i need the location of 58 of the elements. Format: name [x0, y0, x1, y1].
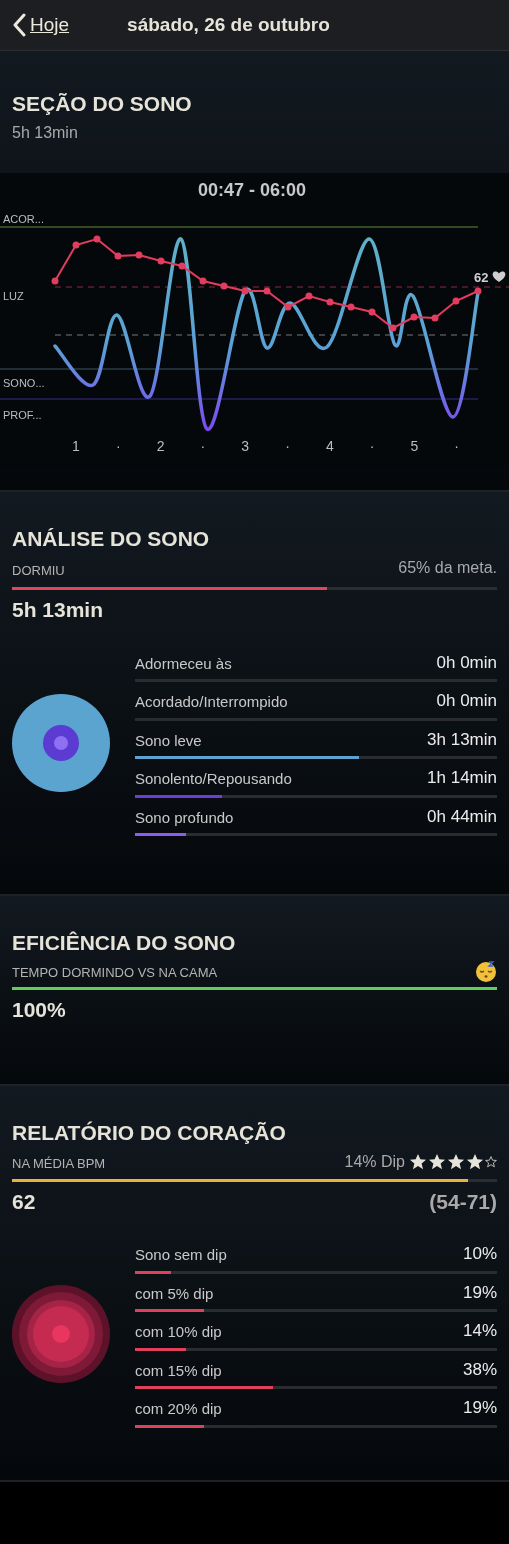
stat-value: 10%: [462, 1243, 497, 1265]
star-icon: [409, 1152, 427, 1171]
stat-value: 0h 0min: [436, 651, 497, 674]
metric-label: DORMIU: [12, 561, 65, 580]
hour-label: ·: [285, 438, 290, 454]
stage-label: LUZ: [3, 290, 24, 302]
star-icon: [428, 1152, 446, 1171]
hour-label: 4: [325, 438, 334, 454]
stat-value: 19%: [462, 1397, 497, 1419]
stat-label: Sono profundo: [135, 807, 234, 828]
range-value: (54-71): [429, 1188, 497, 1215]
stat-label: com 20% dip: [135, 1399, 222, 1419]
back-link[interactable]: Hoje: [12, 10, 70, 40]
stat-label: Sonolento/Repousando: [135, 769, 292, 789]
star-icon: [447, 1152, 465, 1171]
hour-label: ·: [200, 438, 206, 454]
page-title: sábado, 26 de outubro: [127, 12, 330, 37]
stat-value: 0h 0min: [436, 690, 497, 712]
stat-label: Adormeceu às: [135, 653, 232, 674]
stat-label: com 15% dip: [135, 1360, 222, 1381]
time-range: 00:47 - 06:00: [197, 180, 307, 200]
duration-text: 5h 13min: [12, 123, 79, 143]
stat-value: 14%: [462, 1320, 497, 1342]
section-title: EFICIÊNCIA DO SONO: [12, 930, 237, 956]
stat-label: Sono leve: [135, 730, 202, 751]
back-icon: [12, 13, 26, 37]
stage-label: PROF...: [3, 409, 42, 421]
hour-label: 3: [241, 438, 250, 454]
stat-value: 38%: [462, 1358, 497, 1381]
stat-value: 1h 14min: [427, 767, 497, 789]
hour-label: 2: [156, 438, 165, 454]
hour-label: ·: [454, 438, 460, 454]
sleeping-face-icon: [475, 960, 497, 982]
metric-label: TEMPO DORMINDO VS NA CAMA: [12, 963, 218, 982]
efficiency-value: 100%: [12, 997, 67, 1023]
stat-value: 3h 13min: [427, 728, 497, 751]
stat-value: 0h 44min: [427, 805, 497, 828]
hour-label: ·: [115, 438, 121, 454]
stat-label: Sono sem dip: [135, 1245, 227, 1265]
heart-rate-value: 62: [12, 1188, 36, 1215]
section-title: ANÁLISE DO SONO: [12, 526, 211, 552]
stage-label: SONO...: [3, 377, 45, 389]
stat-label: com 5% dip: [135, 1283, 214, 1304]
dip-text: 14% Dip: [344, 1151, 405, 1172]
heart-rate-value: 62: [474, 270, 489, 285]
section-title: SEÇÃO DO SONO: [12, 91, 193, 117]
hour-label: 1: [72, 438, 80, 454]
hour-label: ·: [369, 438, 375, 454]
metric-label: NA MÉDIA BPM: [12, 1155, 106, 1173]
stage-label: ACOR...: [3, 213, 44, 225]
goal-text: 65% da meta.: [398, 558, 497, 578]
heart-icon: [492, 271, 506, 282]
stat-label: com 10% dip: [135, 1322, 222, 1342]
hour-label: 5: [410, 438, 419, 454]
section-title: RELATÓRIO DO CORAÇÃO: [12, 1119, 287, 1146]
total-value: 5h 13min: [12, 597, 105, 623]
stat-value: 19%: [462, 1281, 497, 1304]
stat-label: Acordado/Interrompido: [135, 692, 288, 712]
